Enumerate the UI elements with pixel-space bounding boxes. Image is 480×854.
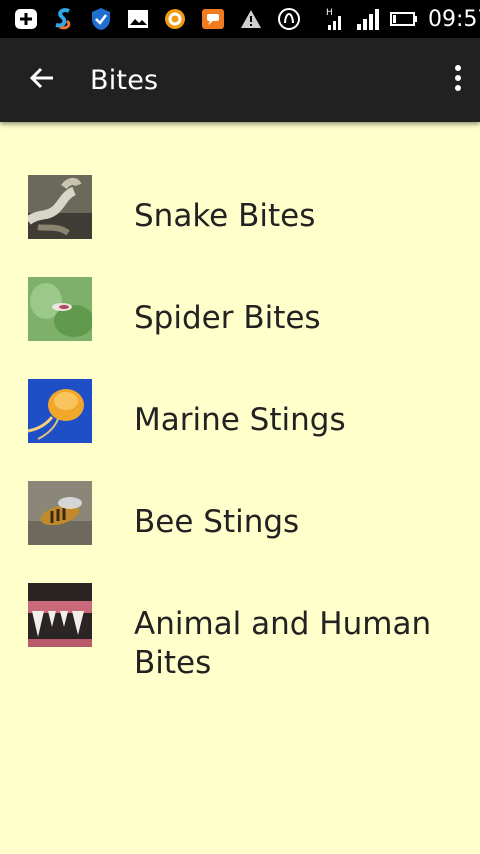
network-h-signal-icon: H — [326, 7, 346, 31]
back-button[interactable] — [14, 52, 70, 108]
app-bar: Bites — [0, 38, 480, 122]
arrow-back-icon — [29, 65, 55, 95]
add-box-icon — [14, 8, 38, 30]
list-item-animal-human-bites[interactable]: Animal and Human Bites — [0, 568, 480, 698]
ring-app-icon — [164, 8, 186, 30]
bee-photo — [28, 481, 92, 545]
chat-app-icon — [201, 8, 225, 30]
teeth-photo — [28, 583, 92, 647]
svg-text:H: H — [326, 8, 333, 18]
list-item-label: Bee Stings — [134, 504, 300, 540]
status-bar: H 09:57 — [0, 0, 480, 38]
status-time: 09:57 — [428, 6, 480, 32]
shield-app-icon — [90, 7, 112, 31]
page-title: Bites — [90, 64, 159, 96]
more-vert-icon — [454, 64, 462, 96]
list-item-label: Snake Bites — [134, 198, 316, 234]
app-s-icon — [53, 7, 75, 31]
snake-photo — [28, 175, 92, 239]
gallery-icon — [127, 9, 149, 29]
warning-icon — [240, 9, 262, 29]
list-item-bee-stings[interactable]: Bee Stings — [0, 466, 480, 568]
list-item-marine-stings[interactable]: Marine Stings — [0, 364, 480, 466]
battery-icon — [390, 11, 418, 27]
jellyfish-photo — [28, 379, 92, 443]
list-item-label: Animal and Human Bites — [134, 606, 432, 681]
list-item-label: Spider Bites — [134, 300, 321, 336]
list-item-label: Marine Stings — [134, 402, 346, 438]
signal-icon — [356, 7, 380, 31]
list-item-spider-bites[interactable]: Spider Bites — [0, 262, 480, 364]
spider-photo — [28, 277, 92, 341]
overflow-menu-button[interactable] — [406, 52, 462, 108]
hands-icon — [277, 7, 301, 31]
list-item-snake-bites[interactable]: Snake Bites — [0, 160, 480, 262]
